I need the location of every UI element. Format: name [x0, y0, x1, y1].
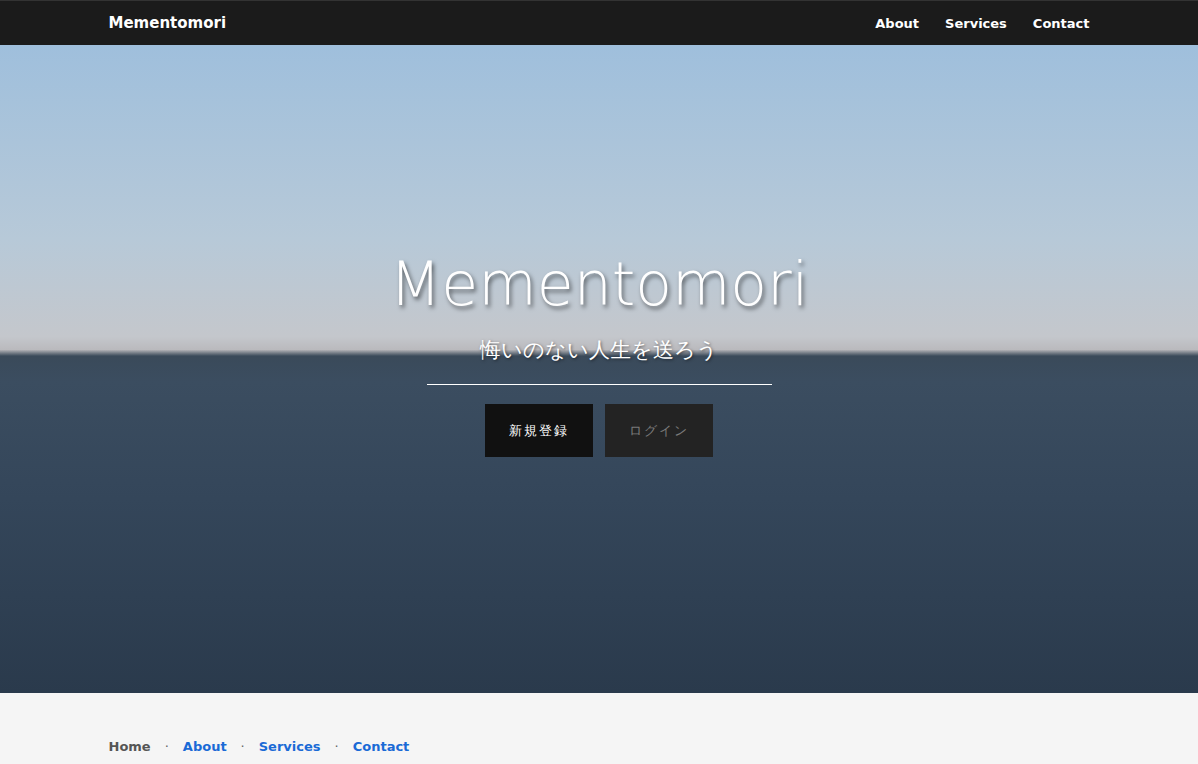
nav-item: Contact [1033, 11, 1090, 35]
footer-link[interactable]: About [183, 737, 227, 757]
footer: Home · About · Services · Contact [0, 693, 1198, 764]
signup-button[interactable]: 新規登録 [485, 404, 593, 457]
top-navbar: Mementomori About Services Contact [0, 0, 1198, 45]
hero-subtitle: 悔いのない人生を送ろう [480, 335, 718, 367]
brand-link[interactable]: Mementomori [109, 12, 227, 35]
nav-link[interactable]: About [875, 12, 919, 35]
footer-links: Home · About · Services · Contact [109, 737, 1090, 757]
nav-link[interactable]: Services [945, 12, 1007, 35]
footer-link[interactable]: Contact [353, 737, 410, 757]
nav-item: About [875, 11, 919, 35]
separator: · [335, 737, 339, 757]
nav-links: About Services Contact [875, 11, 1089, 35]
nav-link[interactable]: Contact [1033, 12, 1090, 35]
hero-buttons: 新規登録ログイン [485, 404, 713, 457]
nav-item: Services [945, 11, 1007, 35]
hero-section: Mementomori 悔いのない人生を送ろう 新規登録ログイン [0, 45, 1198, 693]
footer-link[interactable]: Services [259, 737, 321, 757]
footer-link[interactable]: Home [109, 737, 151, 757]
divider [427, 384, 772, 385]
separator: · [165, 737, 169, 757]
separator: · [241, 737, 245, 757]
login-button[interactable]: ログイン [605, 404, 713, 457]
hero-title: Mementomori [390, 251, 809, 317]
